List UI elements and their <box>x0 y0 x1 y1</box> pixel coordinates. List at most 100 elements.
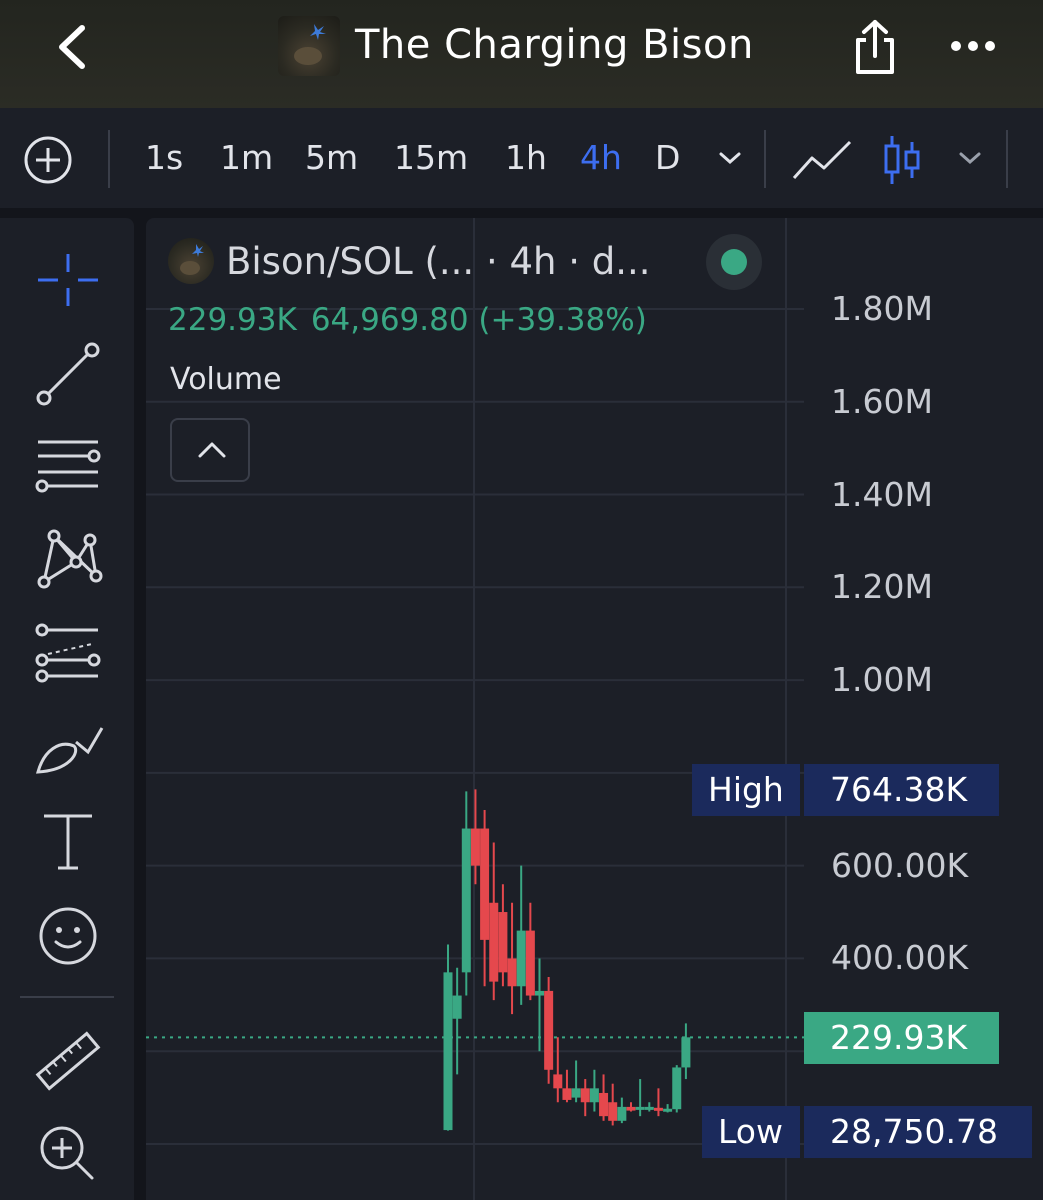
toolbar-divider <box>764 130 766 188</box>
low-value-tag: 28,750.78 <box>804 1106 1032 1158</box>
pair-avatar <box>168 238 214 284</box>
line-chart-icon[interactable] <box>790 136 854 182</box>
candle-body <box>507 958 517 987</box>
candle-body <box>608 1102 618 1121</box>
candle-body <box>489 902 499 982</box>
candle-body <box>553 1074 563 1089</box>
candle-body <box>470 828 480 866</box>
candle-body <box>443 972 453 1131</box>
candle <box>443 944 453 1131</box>
y-tick-label: 600.00K <box>831 845 969 885</box>
candle <box>599 1074 609 1121</box>
token-thumbnail <box>278 16 340 76</box>
candle-body <box>653 1107 663 1111</box>
candle <box>672 1065 682 1113</box>
candle <box>535 958 544 1052</box>
y-tick-label: 1.60M <box>831 381 933 421</box>
candle-body <box>516 930 526 987</box>
candle <box>580 1079 590 1117</box>
candle-body <box>452 995 462 1019</box>
candle-body <box>599 1092 609 1117</box>
timeframe-4h[interactable]: 4h <box>580 138 622 177</box>
candle <box>452 967 462 1075</box>
candle <box>525 902 535 1001</box>
y-tick-label: 400.00K <box>831 938 969 978</box>
candle-body <box>617 1106 627 1121</box>
timeframe-1h[interactable]: 1h <box>505 138 547 177</box>
timeframe-chevron-down-icon[interactable] <box>718 150 742 166</box>
candle <box>681 1023 691 1080</box>
brush-icon[interactable] <box>30 710 106 786</box>
candle-body <box>681 1037 691 1068</box>
candle <box>635 1079 645 1117</box>
timeframe-5m[interactable]: 5m <box>305 138 358 177</box>
candle-body <box>589 1088 599 1103</box>
trend-line-icon[interactable] <box>30 336 106 412</box>
candle <box>544 976 554 1084</box>
pair-title[interactable]: Bison/SOL (... · 4h · d... <box>226 240 651 283</box>
high-label-tag: High <box>692 764 800 816</box>
pattern-tool-icon[interactable] <box>30 522 106 598</box>
drawing-tools-panel <box>0 218 134 1200</box>
zoom-in-icon[interactable] <box>30 1116 106 1192</box>
timeframe-1s[interactable]: 1s <box>145 138 183 177</box>
candle <box>663 1104 673 1113</box>
volume-label[interactable]: Volume <box>170 362 282 397</box>
low-label-tag: Low <box>702 1106 800 1158</box>
candle <box>470 789 480 885</box>
candle <box>498 884 508 987</box>
chart-panel[interactable]: Bison/SOL (... · 4h · d... 229.93K 64,969… <box>146 218 1043 1200</box>
add-indicator-icon[interactable] <box>22 134 74 186</box>
legend-change: 64,969.80 (+39.38%) <box>310 302 647 338</box>
chart-toolbar: 1s 1m 5m 15m 1h 4h D <box>0 108 1043 208</box>
candle <box>480 809 490 987</box>
candle-body <box>672 1067 682 1110</box>
candle <box>626 1102 636 1112</box>
candle <box>507 902 517 1015</box>
candle <box>516 865 526 1005</box>
crosshair-icon[interactable] <box>30 242 106 318</box>
more-icon[interactable] <box>948 34 998 58</box>
y-tick-label: 1.20M <box>831 567 933 607</box>
y-tick-label: 1.80M <box>831 288 933 328</box>
ruler-icon[interactable] <box>30 1022 106 1098</box>
candlestick-chart-icon[interactable] <box>882 134 922 186</box>
collapse-indicators-button[interactable] <box>170 418 250 482</box>
candle <box>617 1097 627 1124</box>
candle <box>461 791 471 996</box>
back-icon[interactable] <box>50 22 96 72</box>
candle <box>589 1069 599 1112</box>
candle-body <box>571 1088 581 1098</box>
text-tool-icon[interactable] <box>30 804 106 880</box>
high-value-tag: 764.38K <box>804 764 999 816</box>
toolbar-divider <box>108 130 110 188</box>
candle <box>553 1037 563 1103</box>
tools-divider <box>20 996 114 998</box>
chart-type-chevron-down-icon[interactable] <box>958 150 982 166</box>
timeframe-1m[interactable]: 1m <box>220 138 273 177</box>
candle-body <box>480 828 490 940</box>
forecast-tool-icon[interactable] <box>30 616 106 692</box>
timeframe-15m[interactable]: 15m <box>394 138 468 177</box>
horizontal-lines-icon[interactable] <box>30 428 106 504</box>
market-status-dot <box>706 234 762 290</box>
candle-body <box>562 1088 572 1100</box>
candle-body <box>663 1108 673 1112</box>
candle-body <box>544 990 554 1070</box>
legend-last-value: 229.93K <box>168 302 297 338</box>
candle <box>644 1102 654 1112</box>
candle <box>653 1088 663 1117</box>
emoji-icon[interactable] <box>30 898 106 974</box>
y-tick-label: 1.40M <box>831 474 933 514</box>
timeframe-d[interactable]: D <box>655 138 680 177</box>
candle-body <box>635 1106 645 1110</box>
page-title: The Charging Bison <box>355 22 754 68</box>
candle-body <box>535 990 544 996</box>
candle-body <box>498 912 508 973</box>
candle-body <box>461 828 471 973</box>
share-icon[interactable] <box>850 18 900 78</box>
candle-body <box>644 1106 654 1110</box>
candle-body <box>525 930 535 996</box>
chevron-up-icon <box>198 442 226 458</box>
y-tick-label: 1.00M <box>831 660 933 700</box>
